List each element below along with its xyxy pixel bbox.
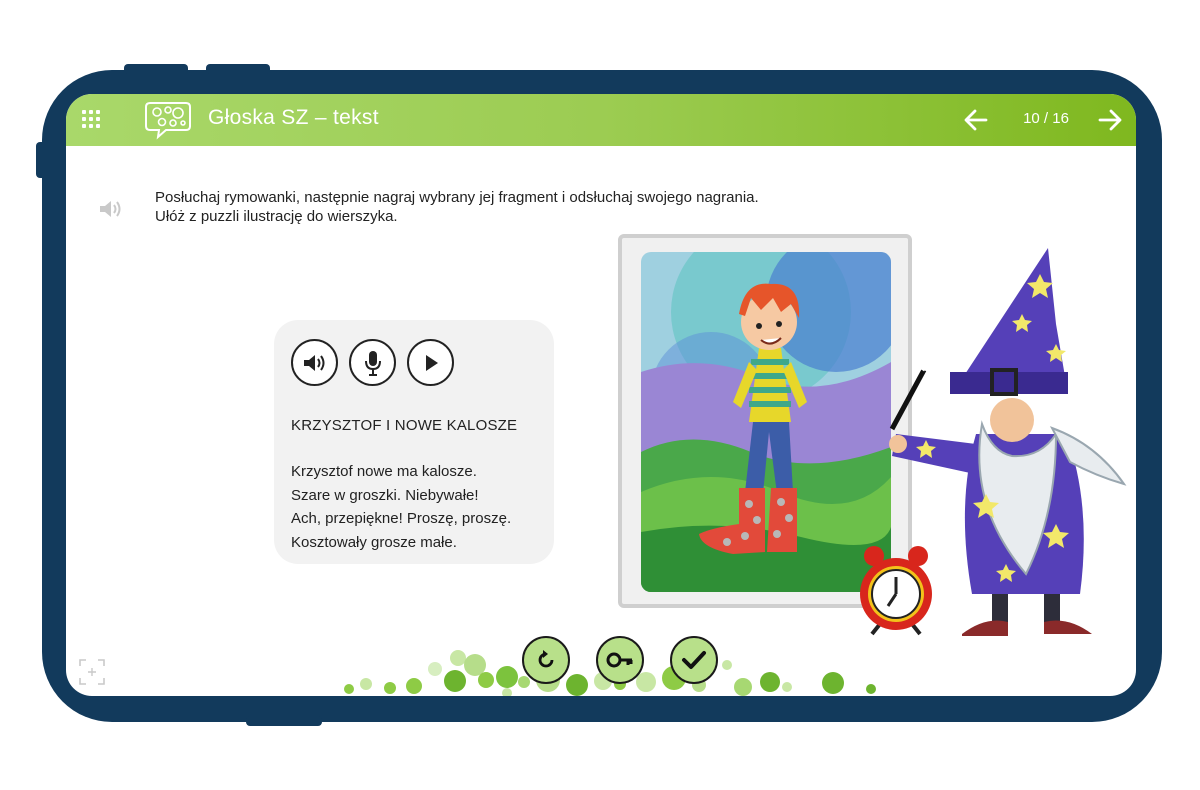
decor-bubble — [344, 684, 354, 694]
instructions: Posłuchaj rymowanki, następnie nagraj wy… — [155, 188, 759, 226]
decor-bubble — [636, 672, 656, 692]
listen-button[interactable] — [291, 339, 338, 386]
app-screen: Głoska SZ – tekst 10 / 16 Posłuchaj rymo… — [66, 94, 1136, 696]
decor-bubble — [406, 678, 422, 694]
play-icon — [425, 354, 438, 371]
decor-bubble — [782, 682, 792, 692]
instructions-line-2: Ułóż z puzzli ilustrację do wierszyka. — [155, 208, 398, 225]
check-button[interactable] — [670, 636, 718, 684]
decor-bubble — [566, 674, 588, 696]
decor-bubble — [478, 672, 494, 688]
page-title: Głoska SZ – tekst — [208, 106, 379, 129]
grid-menu-icon[interactable] — [82, 110, 102, 130]
poem-card: KRZYSZTOF I NOWE KALOSZE Krzysztof nowe … — [274, 320, 554, 564]
decor-bubble — [496, 666, 518, 688]
decor-bubble — [722, 660, 732, 670]
decor-bubble — [502, 688, 512, 696]
boy-in-boots-illustration — [641, 252, 891, 592]
poem-text: Krzysztof nowe ma kalosze. Szare w grosz… — [291, 460, 511, 554]
alarm-clock-illustration — [860, 546, 932, 636]
decor-bubble — [822, 672, 844, 694]
reset-icon — [538, 650, 554, 668]
decor-bubble — [444, 670, 466, 692]
decor-bubble — [518, 676, 530, 688]
page-counter: 10 / 16 — [1023, 110, 1069, 127]
fullscreen-icon[interactable] — [78, 658, 106, 686]
record-button[interactable] — [349, 339, 396, 386]
speaker-icon[interactable] — [98, 198, 122, 220]
key-icon — [606, 652, 633, 668]
decor-bubble — [760, 672, 780, 692]
poem-title: KRZYSZTOF I NOWE KALOSZE — [291, 417, 518, 434]
decor-bubble — [360, 678, 372, 690]
arrow-right-icon[interactable] — [1096, 106, 1124, 134]
speech-bubble-icon — [145, 102, 191, 140]
poem-line: Kosztowały grosze małe. — [291, 533, 457, 551]
poem-line: Szare w groszki. Niebywałe! — [291, 486, 479, 504]
decor-bubble — [384, 682, 396, 694]
poem-line: Krzysztof nowe ma kalosze. — [291, 463, 477, 480]
header-bar: Głoska SZ – tekst 10 / 16 — [66, 94, 1136, 146]
decor-bubble — [428, 662, 442, 676]
decor-bubble — [866, 684, 876, 694]
tablet-button-top-2 — [206, 64, 270, 74]
speaker-icon — [303, 354, 324, 371]
puzzle-illustration[interactable] — [641, 252, 891, 592]
arrow-left-icon[interactable] — [962, 106, 990, 134]
answer-key-button[interactable] — [596, 636, 644, 684]
reset-button[interactable] — [522, 636, 570, 684]
decor-bubble — [734, 678, 752, 696]
check-icon — [682, 651, 706, 669]
play-button[interactable] — [407, 339, 454, 386]
microphone-icon — [364, 350, 381, 376]
tablet-button-top-1 — [124, 64, 188, 74]
tablet-button-bottom — [246, 716, 322, 726]
instructions-line-1: Posłuchaj rymowanki, następnie nagraj wy… — [155, 189, 759, 206]
tablet-button-side — [36, 142, 46, 178]
poem-line: Ach, przepiękne! Proszę, proszę. — [291, 510, 512, 527]
